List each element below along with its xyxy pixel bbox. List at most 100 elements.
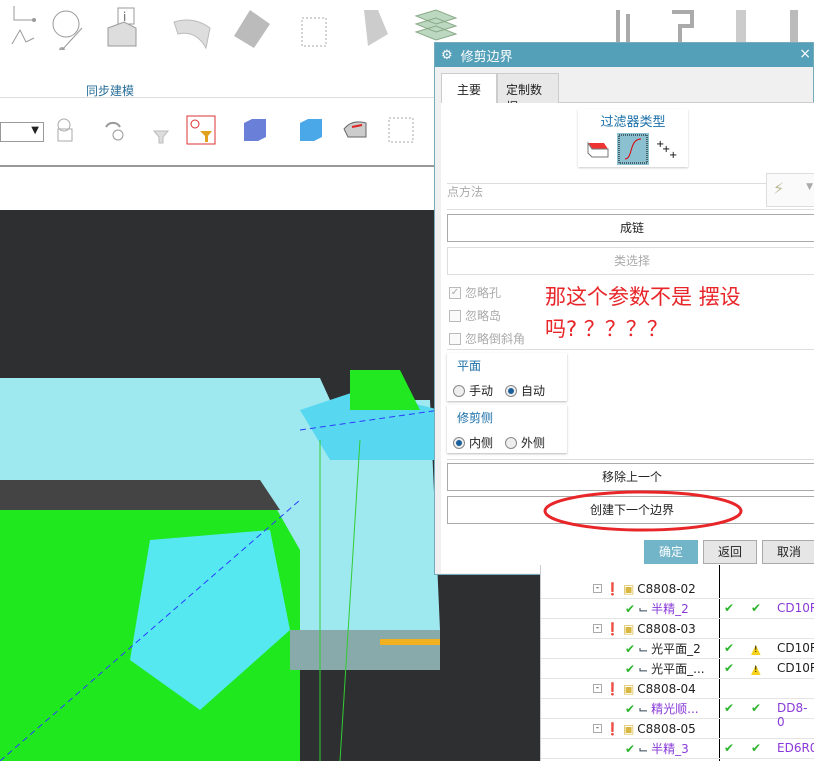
cancel-button[interactable]: 取消: [762, 540, 814, 564]
tree-group-row[interactable]: - ❗ ▣ C8808-05: [541, 719, 814, 739]
lamp-icon[interactable]: [354, 6, 398, 50]
folder-icon: ▣: [622, 681, 635, 696]
divider: [447, 349, 814, 350]
checkbox-label: 忽略岛: [465, 309, 502, 323]
remove-previous-button[interactable]: 移除上一个: [447, 463, 814, 491]
class-select-button[interactable]: 类选择: [447, 247, 814, 275]
folder-icon: ▣: [622, 621, 635, 636]
snap-icon[interactable]: [54, 115, 84, 145]
check-icon: ✔: [625, 661, 636, 676]
dialog-tabs: 主要 定制数据: [441, 73, 814, 114]
operation-navigator: -❗▣C8808-02✔⌙半精_2✔✔CD10R-❗▣C8808-03✔⌙光平面…: [540, 565, 814, 761]
solid-icon[interactable]: [230, 6, 274, 50]
tree-group-row[interactable]: - ❗ ▣ C8808-03: [541, 619, 814, 639]
check-icon: ✔: [625, 601, 636, 616]
filter-combo[interactable]: ▼: [0, 122, 44, 142]
radio-button-selected[interactable]: [453, 436, 465, 449]
tree-operation-row[interactable]: ✔⌙光平面_...✔!CD10R: [541, 659, 814, 679]
check-icon: ✔: [625, 741, 636, 756]
face-filter-icon[interactable]: [586, 137, 610, 161]
ignore-holes-checkbox[interactable]: ✓ 忽略孔: [449, 284, 501, 301]
status-check-icon: ✔: [724, 601, 735, 615]
status-check-icon: ✔: [724, 701, 735, 715]
trim-side-title: 修剪侧: [457, 411, 494, 425]
filter-type-group: 过滤器类型 + + +: [578, 109, 688, 167]
box-icon[interactable]: [296, 6, 340, 50]
tool-status-warning-icon: !: [751, 665, 761, 675]
operation-icon: ⌙: [638, 701, 649, 716]
tab-custom-data[interactable]: 定制数据: [497, 73, 559, 114]
radio-auto[interactable]: 自动: [505, 382, 545, 399]
status-check-icon: ✔: [724, 641, 735, 655]
face-icon[interactable]: [340, 115, 370, 145]
tree-operation-row[interactable]: ✔⌙光平面_2✔!CD10R: [541, 639, 814, 659]
rectangle-select-icon[interactable]: [386, 115, 416, 145]
radio-button[interactable]: [453, 384, 465, 397]
operation-name: 光平面_2: [651, 642, 701, 656]
lightning-icon: ⚡: [773, 179, 785, 198]
radio-outside[interactable]: 外侧: [505, 434, 545, 451]
lightbulb-icon: ❗: [605, 621, 620, 636]
surface-icon[interactable]: [170, 6, 214, 50]
radio-button-selected[interactable]: [505, 384, 518, 397]
point-filter-icon[interactable]: +++: [656, 139, 678, 159]
checkbox-checked[interactable]: ✓: [449, 286, 461, 299]
tool-status-check-icon: ✔: [751, 701, 762, 715]
tree-operation-row[interactable]: ✔⌙半精_2✔✔CD10R: [541, 599, 814, 619]
tool-name: ED6R0: [777, 741, 814, 755]
collapse-icon[interactable]: -: [593, 624, 602, 633]
dialog-titlebar[interactable]: ⚙ 修剪边界 ×: [435, 43, 813, 67]
tree-group-row[interactable]: - ❗ ▣ C8808-02: [541, 579, 814, 599]
chain-button[interactable]: 成链: [447, 214, 814, 242]
ok-button[interactable]: 确定: [644, 540, 698, 564]
operation-name: 精光顺...: [651, 702, 699, 716]
circle-icon[interactable]: [48, 6, 92, 50]
status-check-icon: ✔: [724, 661, 735, 675]
section-box-icon[interactable]: [296, 115, 326, 145]
tool-status-check-icon: ✔: [751, 741, 762, 755]
operation-icon: ⌙: [638, 661, 649, 676]
operation-name: 半精_3: [651, 742, 689, 756]
filter-funnel-icon[interactable]: [144, 115, 174, 145]
checkbox[interactable]: [449, 309, 461, 322]
curve-filter-icon[interactable]: [617, 133, 649, 165]
collapse-icon[interactable]: -: [593, 684, 602, 693]
close-icon[interactable]: ×: [799, 46, 811, 62]
checkbox[interactable]: [449, 332, 461, 345]
tool-name: CD10R: [777, 601, 814, 615]
info-icon[interactable]: i: [104, 6, 148, 50]
radio-inside[interactable]: 内侧: [453, 434, 493, 451]
radio-label: 自动: [521, 384, 546, 398]
plane-group: 平面 手动 自动: [447, 353, 567, 401]
back-button[interactable]: 返回: [703, 540, 757, 564]
undo-select-icon[interactable]: [100, 115, 130, 145]
annotation-line1: 那这个参数不是 摆设: [545, 285, 741, 309]
point-method-label: 点方法: [447, 185, 484, 199]
select-filter-icon[interactable]: [186, 115, 216, 145]
tab-main[interactable]: 主要: [441, 73, 497, 104]
radio-manual[interactable]: 手动: [453, 382, 493, 399]
collapse-icon[interactable]: -: [593, 724, 602, 733]
dialog-title: 修剪边界: [460, 49, 513, 65]
chevron-down-icon: ▼: [806, 182, 813, 192]
divider: [447, 183, 814, 184]
solid-box-icon[interactable]: [240, 115, 270, 145]
tree-group-row[interactable]: - ❗ ▣ C8808-04: [541, 679, 814, 699]
check-icon: ✔: [625, 641, 636, 656]
point-method-dropdown[interactable]: ⚡ ▼: [766, 173, 814, 207]
operation-icon: ⌙: [638, 641, 649, 656]
group-name: C8808-05: [637, 721, 696, 736]
ignore-islands-checkbox[interactable]: 忽略岛: [449, 307, 501, 324]
ignore-chamfers-checkbox[interactable]: 忽略倒斜角: [449, 330, 525, 347]
radio-button[interactable]: [505, 436, 518, 449]
tree-operation-row[interactable]: ✔ ⌙ 精光顺... ✔ ✔ DD8-0: [541, 699, 814, 729]
red-circle-annotation: [543, 490, 743, 532]
sketch-icon[interactable]: [4, 6, 48, 50]
plane-title: 平面: [457, 359, 482, 373]
operation-icon: ⌙: [638, 741, 649, 756]
collapse-icon[interactable]: -: [593, 584, 602, 593]
tree-operation-row[interactable]: ✔ ⌙ 半精_3 ✔ ✔ ED6R0: [541, 739, 814, 759]
dialog-body: 过滤器类型 + + + 点方法 ⚡ ▼ 成链 类选择 ✓ 忽略孔 忽略岛 忽略倒斜角 那…: [441, 103, 814, 573]
tool-status-check-icon: ✔: [751, 601, 762, 615]
lightbulb-icon: ❗: [605, 681, 620, 696]
